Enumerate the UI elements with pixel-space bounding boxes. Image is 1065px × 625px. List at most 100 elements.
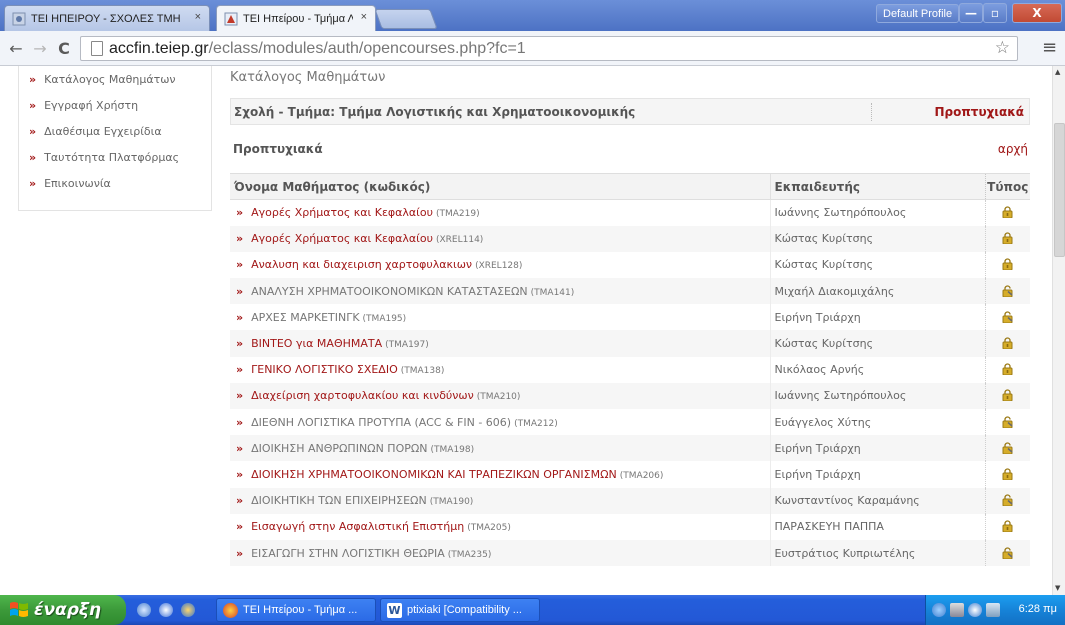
- sidebar-menu: » Κατάλογος Μαθημάτων » Εγγραφή Χρήστη » Διαθ…: [18, 66, 212, 211]
- double-arrow-icon: »: [236, 363, 244, 377]
- info-icon[interactable]: [968, 603, 982, 617]
- course-link[interactable]: ΒΙΝΤΕΟ για ΜΑΘΗΜΑΤΑ: [251, 337, 382, 350]
- course-link[interactable]: ΔΙΕΘΝΗ ΛΟΓΙΣΤΙΚΑ ΠΡΟΤΥΠΑ (ACC & FIN - 60…: [251, 416, 511, 429]
- url-text[interactable]: accfin.teiep.gr/eclass/modules/auth/open…: [109, 40, 526, 58]
- course-link[interactable]: Διαχείριση χαρτοφυλακίου και κινδύνων: [251, 389, 474, 402]
- course-type-cell: [984, 539, 1030, 567]
- course-link[interactable]: ΔΙΟΙΚΗΣΗ ΑΝΘΡΩΠΙΝΩΝ ΠΟΡΩΝ: [251, 442, 427, 455]
- quicklaunch-browser-icon[interactable]: [181, 603, 195, 617]
- instructor-cell: Ευστράτιος Κυπριωτέλης: [769, 539, 985, 567]
- quicklaunch-media-icon[interactable]: [137, 603, 151, 617]
- col-header-instructor[interactable]: Εκπαιδευτής: [769, 173, 985, 200]
- start-button[interactable]: έναρξη: [0, 595, 126, 625]
- course-code: (TMA138): [400, 366, 445, 377]
- browser-tab-1[interactable]: ΤΕΙ ΗΠΕΙΡΟΥ - ΣΧΟΛΕΣ ΤΜΗ ×: [4, 5, 210, 31]
- course-code: (TMA235): [447, 549, 492, 560]
- double-arrow-icon: »: [236, 467, 244, 481]
- scroll-thumb[interactable]: [1054, 123, 1065, 257]
- page-icon: [91, 41, 103, 56]
- instructor-cell: Κώστας Κυρίτσης: [769, 251, 985, 279]
- course-link[interactable]: ΓΕΝΙΚΟ ΛΟΓΙΣΤΙΚΟ ΣΧΕΔΙΟ: [251, 363, 398, 376]
- web-page: » Κατάλογος Μαθημάτων » Εγγραφή Χρήστη » Διαθ…: [0, 66, 1052, 595]
- page-scrollbar[interactable]: ▲ ▼: [1052, 66, 1065, 595]
- reload-icon[interactable]: C: [54, 38, 74, 58]
- task-title: ΤΕΙ Ηπείρου - Τμήμα ...: [243, 604, 358, 616]
- course-code: (TMA141): [530, 287, 575, 298]
- section-label: Προπτυχιακά: [233, 142, 323, 156]
- table-row: » ΔΙΟΙΚΗΣΗ ΧΡΗΜΑΤΟΟΙΚΟΝΟΜΙΚΩΝ ΚΑΙ ΤΡΑΠΕΖΙ…: [230, 461, 1030, 488]
- forward-arrow-icon[interactable]: →: [30, 38, 50, 58]
- quicklaunch-desktop-icon[interactable]: [159, 603, 173, 617]
- course-name-cell: » ΔΙΕΘΝΗ ΛΟΓΙΣΤΙΚΑ ΠΡΟΤΥΠΑ (ACC & FIN - 6…: [230, 409, 770, 436]
- browser-tab-2[interactable]: ΤΕΙ Ηπείρου - Τμήμα Λογιστι ×: [216, 5, 376, 31]
- course-code: (TMA210): [476, 392, 521, 403]
- faculty-bar: Σχολή - Τμήμα: Τμήμα Λογιστικής και Χρημ…: [230, 98, 1030, 125]
- course-name-cell: » ΔΙΟΙΚΗΣΗ ΑΝΘΡΩΠΙΝΩΝ ΠΟΡΩΝ (TMA198): [230, 435, 770, 462]
- sidebar-item[interactable]: » Εγγραφή Χρήστη: [19, 92, 211, 118]
- faculty-level-link[interactable]: Προπτυχιακά: [934, 105, 1024, 119]
- new-tab-button[interactable]: [374, 9, 438, 29]
- profile-button[interactable]: Default Profile: [876, 4, 960, 23]
- close-window-button[interactable]: X: [1012, 3, 1062, 23]
- course-code: (TMA198): [430, 444, 475, 455]
- scroll-up-arrow-icon[interactable]: ▲: [1055, 68, 1060, 76]
- sidebar-item[interactable]: » Διαθέσιμα Εγχειρίδια: [19, 118, 211, 144]
- course-table-body: » Αγορές Χρήματος και Κεφαλαίου (TMA219) Ιω…: [230, 199, 1030, 567]
- volume-icon[interactable]: [986, 603, 1000, 617]
- minimize-button[interactable]: —: [959, 3, 983, 23]
- bookmark-star-icon[interactable]: ☆: [995, 38, 1010, 58]
- maximize-button[interactable]: ▫: [983, 3, 1007, 23]
- double-arrow-icon: »: [29, 176, 37, 190]
- tab-close-icon[interactable]: ×: [195, 11, 201, 23]
- lock-open-icon: [1002, 415, 1013, 428]
- address-bar[interactable]: accfin.teiep.gr/eclass/modules/auth/open…: [80, 36, 1018, 61]
- table-row: » ΑΡΧΕΣ ΜΑΡΚΕΤΙΝΓΚ (TMA195) Ειρήνη Τριάρχη: [230, 304, 1030, 331]
- table-row: » ΒΙΝΤΕΟ για ΜΑΘΗΜΑΤΑ (TMA197) Κώστας Κυρίτ…: [230, 330, 1030, 357]
- course-link[interactable]: ΑΡΧΕΣ ΜΑΡΚΕΤΙΝΓΚ: [251, 311, 359, 324]
- sidebar-item[interactable]: » Κατάλογος Μαθημάτων: [19, 66, 211, 92]
- back-arrow-icon[interactable]: ←: [6, 38, 26, 58]
- course-link[interactable]: Εισαγωγή στην Ασφαλιστική Επιστήμη: [251, 520, 464, 533]
- course-type-cell: [984, 487, 1030, 514]
- lock-closed-icon: [1002, 206, 1013, 219]
- instructor-cell: ΠΑΡΑΣΚΕΥΗ ΠΑΠΠΑ: [769, 513, 985, 540]
- course-name-cell: » Αναλυση και διαχειριση χαρτοφυλακιων (XR…: [230, 251, 770, 279]
- chrome-icon: [223, 603, 238, 618]
- tray-arrow-icon[interactable]: [932, 603, 946, 617]
- course-code: (TMA197): [385, 340, 429, 351]
- course-type-cell: [984, 513, 1030, 540]
- scroll-down-arrow-icon[interactable]: ▼: [1055, 584, 1060, 592]
- instructor-cell: Κώστας Κυρίτσης: [769, 225, 985, 252]
- taskbar-item-browser[interactable]: ΤΕΙ Ηπείρου - Τμήμα ...: [216, 598, 376, 622]
- sidebar-item[interactable]: » Επικοινωνία: [19, 170, 211, 196]
- course-link[interactable]: ΔΙΟΙΚΗΣΗ ΧΡΗΜΑΤΟΟΙΚΟΝΟΜΙΚΩΝ ΚΑΙ ΤΡΑΠΕΖΙΚ…: [251, 468, 617, 481]
- browser-tab-strip: ΤΕΙ ΗΠΕΙΡΟΥ - ΣΧΟΛΕΣ ΤΜΗ × ΤΕΙ Ηπείρου -…: [0, 0, 1065, 31]
- instructor-cell: Κωνσταντίνος Καραμάνης: [769, 487, 985, 514]
- site-favicon-icon: [12, 12, 26, 26]
- tab-title: ΤΕΙ ΗΠΕΙΡΟΥ - ΣΧΟΛΕΣ ΤΜΗ: [31, 12, 181, 25]
- double-arrow-icon: »: [236, 520, 244, 534]
- menu-icon[interactable]: ≡: [1042, 37, 1057, 58]
- course-code: (TMA195): [362, 313, 407, 324]
- course-link[interactable]: Αναλυση και διαχειριση χαρτοφυλακιων: [251, 258, 472, 271]
- col-header-name[interactable]: Όνομα Μαθήματος (κωδικός): [230, 173, 770, 200]
- tab-close-icon[interactable]: ×: [361, 11, 367, 23]
- sidebar-item[interactable]: » Ταυτότητα Πλατφόρμας: [19, 144, 211, 170]
- double-arrow-icon: »: [236, 310, 244, 324]
- taskbar-item-word[interactable]: W ptixiaki [Compatibility ...: [380, 598, 540, 622]
- sidebar-item-label: Εγγραφή Χρήστη: [44, 98, 139, 112]
- course-link[interactable]: ΔΙΟΙΚΗΤΙΚΗ ΤΩΝ ΕΠΙΧΕΙΡΗΣΕΩΝ: [251, 494, 427, 507]
- page-title: Κατάλογος Μαθημάτων: [230, 70, 386, 85]
- faculty-divider: [871, 103, 872, 121]
- course-type-cell: [984, 330, 1030, 357]
- network-icon[interactable]: [950, 603, 964, 617]
- course-name-cell: » Διαχείριση χαρτοφυλακίου και κινδύνων (T…: [230, 382, 770, 409]
- col-header-type[interactable]: Τύπος: [984, 173, 1030, 200]
- top-link[interactable]: αρχή: [998, 142, 1028, 156]
- course-link[interactable]: Αγορές Χρήματος και Κεφαλαίου: [251, 206, 433, 219]
- sidebar-item-label: Επικοινωνία: [44, 176, 111, 190]
- course-type-cell: [984, 199, 1030, 226]
- course-link[interactable]: ΑΝΑΛΥΣΗ ΧΡΗΜΑΤΟΟΙΚΟΝΟΜΙΚΩΝ ΚΑΤΑΣΤΑΣΕΩΝ: [251, 285, 528, 298]
- course-link[interactable]: ΕΙΣΑΓΩΓΗ ΣΤΗΝ ΛΟΓΙΣΤΙΚΗ ΘΕΩΡΙΑ: [251, 547, 445, 560]
- course-link[interactable]: Αγορές Χρήματος και Κεφαλαίου: [251, 232, 433, 245]
